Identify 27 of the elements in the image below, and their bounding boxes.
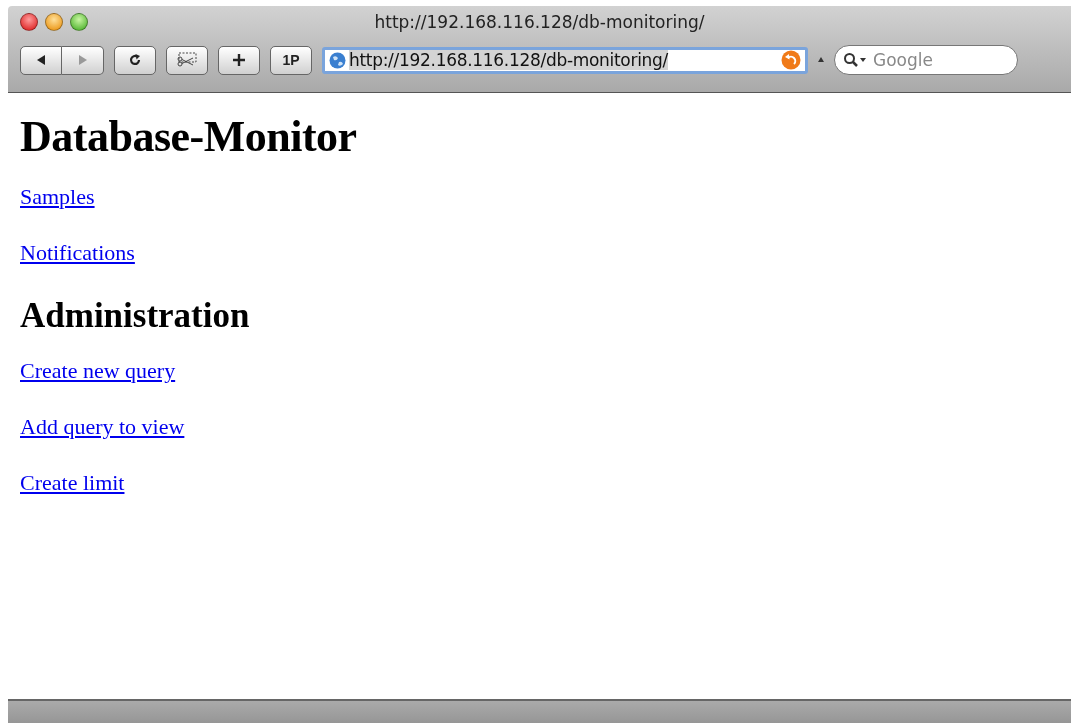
back-button[interactable] (20, 45, 62, 75)
reload-button[interactable] (114, 45, 156, 75)
section-heading: Administration (20, 296, 251, 336)
1p-button[interactable]: 1P (270, 45, 312, 75)
admin-link[interactable]: Add query to view (20, 414, 185, 439)
close-button[interactable] (20, 13, 38, 31)
revert-icon[interactable] (781, 50, 801, 70)
forward-arrow-icon (76, 54, 89, 66)
nav-link[interactable]: Samples (20, 184, 95, 209)
back-arrow-icon (35, 54, 47, 66)
address-field[interactable]: http://192.168.116.128/db-monitoring/ (322, 46, 808, 74)
minimize-button[interactable] (45, 13, 63, 31)
page-heading: Database-Monitor (20, 111, 358, 162)
snippet-button[interactable] (166, 45, 208, 75)
search-field[interactable]: Google (834, 45, 1018, 75)
forward-button[interactable] (62, 45, 104, 75)
plus-icon (232, 53, 246, 67)
admin-link[interactable]: Create new query (20, 358, 176, 383)
nav-link[interactable]: Notifications (20, 240, 135, 265)
reload-icon (128, 53, 142, 67)
globe-icon (329, 51, 346, 69)
window-title: http://192.168.116.128/db-monitoring/ (374, 12, 705, 32)
zoom-button[interactable] (70, 13, 88, 31)
resize-handle-icon[interactable] (818, 56, 824, 64)
admin-link[interactable]: Create limit (20, 470, 125, 495)
scissors-icon (176, 52, 198, 68)
add-bookmark-button[interactable] (218, 45, 260, 75)
